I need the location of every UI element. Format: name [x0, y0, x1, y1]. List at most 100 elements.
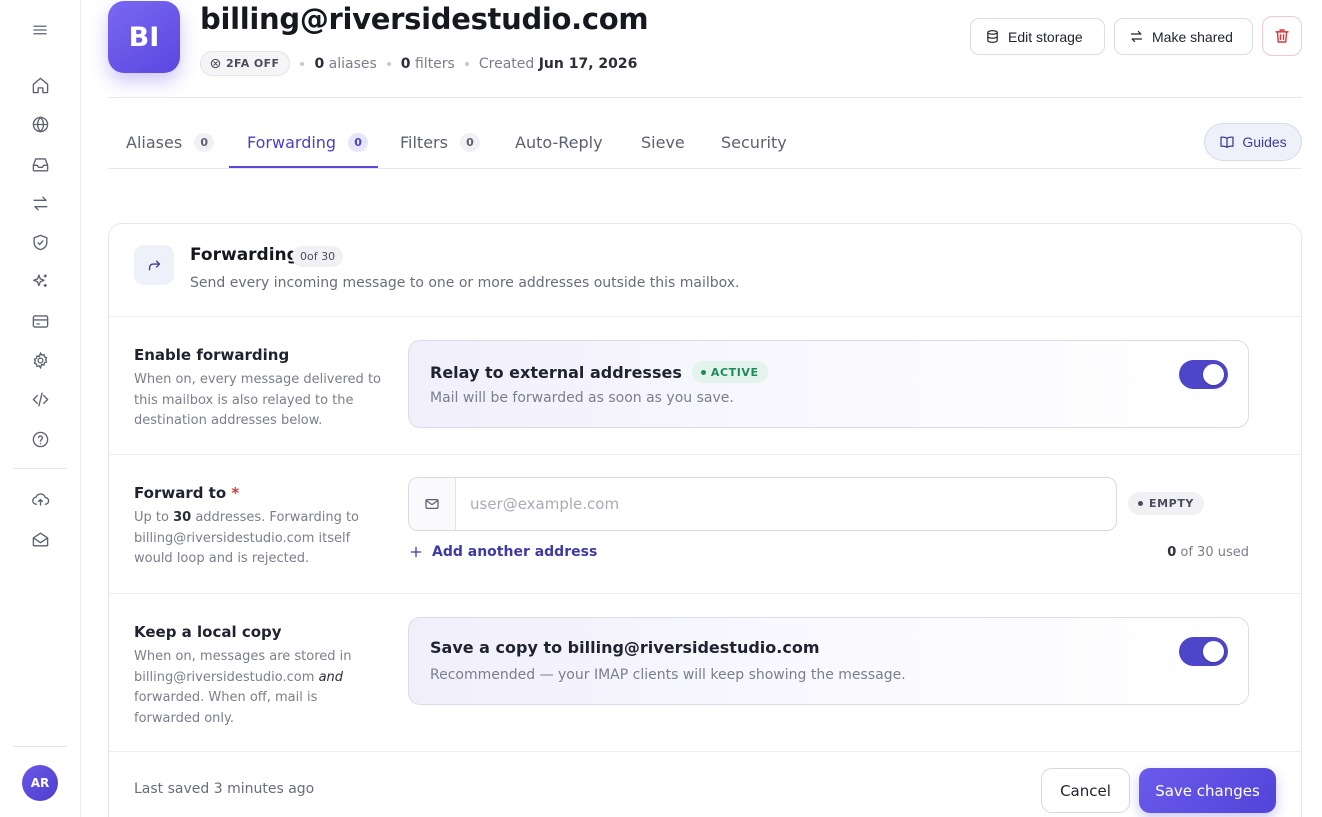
aliases-meta-label: aliases	[328, 55, 377, 72]
database-icon	[985, 29, 1000, 44]
menu-icon[interactable]	[29, 19, 51, 41]
mailbox-meta: 2FA OFF 0 aliases 0 filters Created Jun …	[200, 50, 637, 77]
row-divider	[109, 751, 1301, 752]
relay-option-subtitle: Mail will be forwarded as soon as you sa…	[430, 390, 734, 406]
forward-address-status-badge: EMPTY	[1128, 492, 1204, 515]
header-divider	[108, 97, 1302, 98]
local-copy-option-title: Save a copy to billing@riversidestudio.c…	[430, 638, 820, 657]
delete-mailbox-button[interactable]	[1262, 16, 1302, 56]
forward-to-desc-limit: 30	[173, 510, 192, 525]
relay-option-box: Relay to external addresses ACTIVE Mail …	[408, 340, 1249, 428]
enable-forwarding-description: When on, every message delivered to this…	[134, 372, 381, 428]
aliases-count: 0	[314, 55, 325, 72]
tabs-divider	[108, 168, 1302, 169]
toggle-knob	[1203, 641, 1224, 662]
meta-separator	[386, 61, 391, 66]
status-badge-label: ACTIVE	[710, 365, 759, 379]
forward-to-label: Forward to *	[134, 484, 239, 502]
tab-label: Auto-Reply	[515, 132, 603, 152]
tab-label: Forwarding	[247, 132, 337, 152]
credit-card-icon[interactable]	[29, 310, 51, 332]
make-shared-label: Make shared	[1152, 28, 1233, 45]
sparkles-icon[interactable]	[29, 270, 51, 292]
tab-security[interactable]: Security	[721, 130, 787, 154]
forward-address-field	[408, 477, 1117, 531]
filters-meta: 0 filters	[401, 56, 455, 72]
tab-label: Filters	[400, 132, 448, 152]
tab-label: Sieve	[641, 132, 685, 152]
address-used-number: 0	[1167, 545, 1177, 560]
arrows-swap-icon	[1129, 29, 1144, 44]
row-divider	[109, 593, 1301, 594]
forward-address-status-label: EMPTY	[1149, 497, 1194, 510]
local-copy-description: When on, messages are stored in billing@…	[134, 647, 384, 729]
guides-button[interactable]: Guides	[1204, 123, 1302, 161]
status-badge: ACTIVE	[691, 361, 768, 383]
tab-label: Security	[721, 132, 787, 152]
forward-arrow-icon	[134, 245, 174, 285]
page-title: billing@riversidestudio.com	[200, 2, 649, 36]
make-shared-button[interactable]: Make shared	[1114, 18, 1253, 55]
edit-storage-button[interactable]: Edit storage	[970, 18, 1105, 55]
meta-separator	[300, 61, 305, 66]
section-description: Send every incoming message to one or mo…	[190, 275, 740, 291]
filters-meta-label: filters	[414, 55, 455, 72]
save-changes-button[interactable]: Save changes	[1139, 768, 1276, 813]
edit-storage-label: Edit storage	[1008, 28, 1083, 45]
tab-filters[interactable]: Filters 0	[400, 130, 480, 154]
row-divider	[109, 316, 1301, 317]
local-copy-option-subtitle: Recommended — your IMAP clients will kee…	[430, 667, 906, 683]
plus-icon	[409, 545, 423, 559]
guides-label: Guides	[1242, 134, 1287, 150]
mailbox-avatar: BI	[108, 1, 180, 73]
tab-count-badge: 0	[459, 132, 480, 152]
section-title: Forwarding	[190, 245, 299, 265]
local-copy-option-title-row: Save a copy to billing@riversidestudio.c…	[430, 638, 820, 657]
user-avatar[interactable]: AR	[22, 765, 58, 801]
help-circle-icon[interactable]	[29, 428, 51, 450]
tfa-off-icon	[210, 58, 221, 69]
inbox-icon[interactable]	[29, 153, 51, 175]
status-dot-icon	[1138, 501, 1143, 506]
local-copy-toggle[interactable]	[1179, 637, 1228, 666]
gear-icon[interactable]	[29, 349, 51, 371]
local-copy-option-box: Save a copy to billing@riversidestudio.c…	[408, 617, 1249, 705]
tab-auto-reply[interactable]: Auto-Reply	[515, 130, 603, 154]
forward-to-label-text: Forward to	[134, 484, 227, 502]
cloud-upload-icon[interactable]	[29, 488, 51, 510]
tab-label: Aliases	[126, 132, 183, 152]
toggle-knob	[1203, 364, 1224, 385]
created-meta: Created Jun 17, 2026	[479, 56, 638, 72]
forward-to-desc-prefix: Up to	[134, 510, 169, 525]
address-used-suffix: of 30 used	[1180, 545, 1249, 560]
tab-sieve[interactable]: Sieve	[641, 130, 685, 154]
local-copy-label: Keep a local copy	[134, 623, 282, 641]
enable-forwarding-label: Enable forwarding	[134, 346, 290, 364]
forward-address-input[interactable]	[456, 478, 1116, 530]
book-open-icon	[1219, 134, 1235, 150]
mail-icon	[409, 478, 456, 530]
tab-forwarding[interactable]: Forwarding 0	[247, 130, 369, 154]
address-usage-count: 0 of 30 used	[1167, 545, 1249, 560]
cancel-button[interactable]: Cancel	[1041, 768, 1130, 813]
mail-open-icon[interactable]	[29, 528, 51, 550]
code-icon[interactable]	[29, 388, 51, 410]
add-another-address-button[interactable]: Add another address	[409, 542, 597, 562]
globe-icon[interactable]	[29, 113, 51, 135]
home-icon[interactable]	[29, 74, 51, 96]
arrows-swap-icon[interactable]	[29, 192, 51, 214]
tab-count-badge: 0	[348, 132, 369, 152]
filters-count: 0	[400, 55, 411, 72]
enable-forwarding-toggle[interactable]	[1179, 360, 1228, 389]
created-date: Jun 17, 2026	[538, 55, 638, 72]
row-divider	[109, 454, 1301, 455]
sidebar-divider	[13, 468, 67, 469]
created-label: Created	[478, 55, 535, 72]
sidebar: AR	[0, 0, 81, 817]
tab-count-badge: 0	[194, 132, 215, 152]
local-copy-desc-emphasis: and	[318, 669, 344, 685]
relay-option-title-row: Relay to external addresses ACTIVE	[430, 361, 768, 383]
shield-check-icon[interactable]	[29, 231, 51, 253]
tab-aliases[interactable]: Aliases 0	[126, 130, 215, 154]
local-copy-desc-suffix: forwarded. When off, mail is forwarded o…	[134, 690, 318, 726]
